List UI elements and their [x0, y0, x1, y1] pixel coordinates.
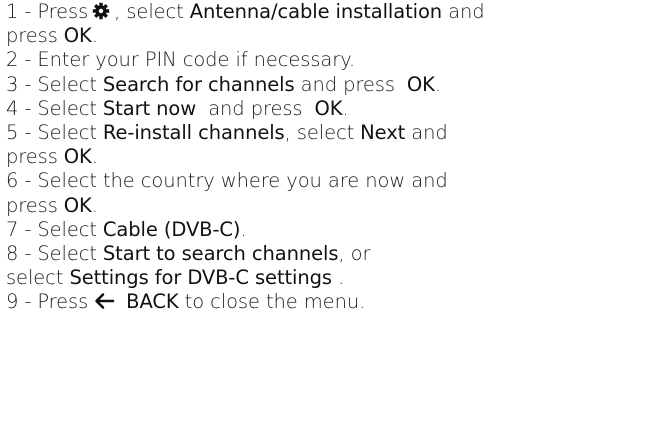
step-6-continued: press OK.	[6, 194, 666, 218]
step-text: , or	[338, 241, 371, 265]
step-3: 3 - Select Search for channels and press OK…	[6, 73, 666, 97]
step-text: select	[6, 266, 64, 290]
menu-item-antenna-cable-installation: Antenna/cable installation	[189, 0, 443, 23]
step-2: 2 - Enter your PIN code if necessary.	[6, 48, 666, 72]
step-8: 8 - Select Start to search channels, or	[6, 242, 666, 266]
menu-item-re-install-channels: Re-install channels	[102, 120, 285, 144]
step-text: and	[411, 120, 448, 144]
step-text: Select	[37, 96, 97, 120]
step-text: .	[338, 266, 345, 290]
step-5-continued: press OK.	[6, 145, 666, 169]
back-arrow-icon	[90, 291, 118, 311]
step-text: .	[342, 96, 349, 120]
step-text: Press	[37, 290, 89, 314]
step-text: and press	[208, 96, 303, 120]
key-ok: OK	[63, 24, 92, 48]
step-number: 8 -	[6, 241, 32, 265]
step-text: , select	[114, 0, 184, 23]
step-7: 7 - Select Cable (DVB-C).	[6, 218, 666, 242]
step-number: 3 -	[6, 72, 32, 96]
step-text: , select	[284, 120, 355, 144]
step-text: .	[434, 72, 441, 96]
step-text: Select	[37, 217, 97, 241]
instruction-steps: 1 - Press, select Antenna/cable installati…	[6, 0, 666, 314]
key-ok: OK	[63, 193, 92, 217]
step-number: 4 -	[6, 96, 32, 120]
step-text: Select	[37, 120, 97, 144]
step-text: and press	[300, 72, 395, 96]
key-ok: OK	[314, 96, 343, 120]
key-back: BACK	[126, 290, 179, 314]
step-text: .	[91, 193, 98, 217]
step-4: 4 - Select Start now and press OK.	[6, 97, 666, 121]
gear-icon	[90, 1, 112, 21]
step-1: 1 - Press , select Antenna/cable installati…	[6, 0, 666, 24]
step-number: 5 -	[6, 120, 32, 144]
step-text: and	[448, 0, 485, 23]
step-text: to close the menu.	[184, 290, 366, 314]
step-text: .	[91, 24, 98, 48]
step-text: Select	[37, 241, 97, 265]
menu-item-start-to-search-channels: Start to search channels	[102, 241, 339, 265]
step-number: 7 -	[6, 217, 32, 241]
key-ok: OK	[63, 145, 92, 169]
step-text: press	[6, 145, 58, 169]
step-text: Enter your PIN code if necessary.	[37, 48, 355, 72]
step-9: 9 - Press BACK to close the menu.	[6, 290, 666, 314]
step-text: Press	[37, 0, 89, 23]
step-number: 1 -	[6, 0, 32, 23]
step-text: Select the country where you are now and	[37, 169, 448, 193]
step-5: 5 - Select Re-install channels, select Next…	[6, 121, 666, 145]
key-ok: OK	[406, 72, 435, 96]
menu-item-settings-for-dvb-c: Settings for DVB-C settings	[69, 266, 332, 290]
step-text: press	[6, 193, 58, 217]
menu-item-cable-dvb-c: Cable (DVB-C)	[102, 217, 241, 241]
menu-item-search-for-channels: Search for channels	[102, 72, 295, 96]
step-text: press	[6, 24, 58, 48]
step-number: 9 -	[6, 290, 32, 314]
step-text: .	[91, 145, 98, 169]
step-8-continued: select Settings for DVB-C settings .	[6, 266, 666, 290]
menu-item-start-now: Start now	[102, 96, 197, 120]
step-1-continued: press OK.	[6, 24, 666, 48]
step-number: 6 -	[6, 169, 32, 193]
step-text: .	[240, 217, 247, 241]
step-6: 6 - Select the country where you are now …	[6, 169, 666, 193]
menu-item-next: Next	[360, 120, 406, 144]
step-number: 2 -	[6, 48, 32, 72]
step-text: Select	[37, 72, 97, 96]
